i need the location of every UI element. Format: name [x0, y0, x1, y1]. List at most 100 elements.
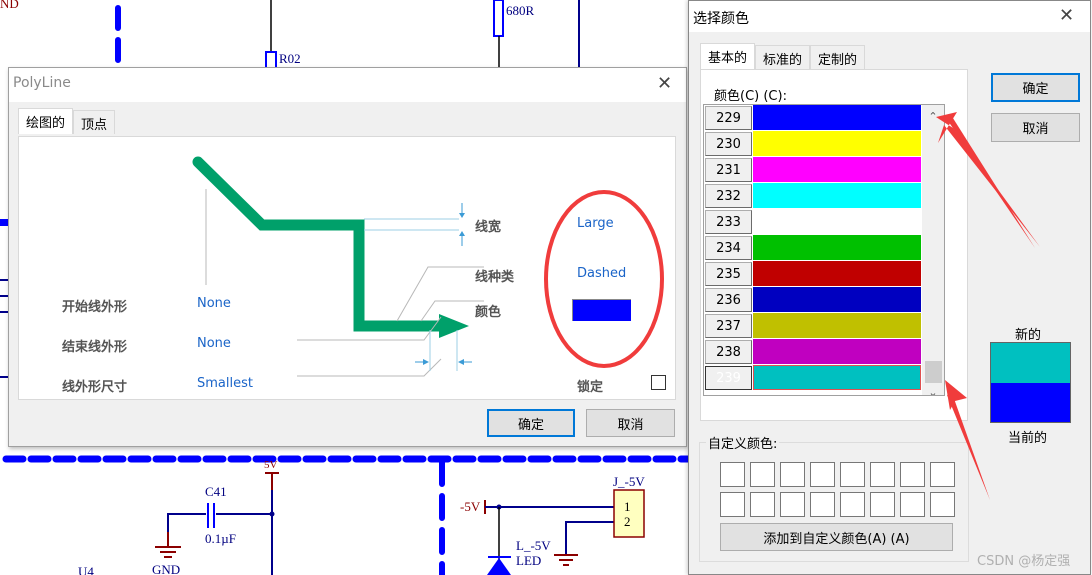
color-index[interactable]: 234 [705, 236, 752, 260]
color-list-item[interactable]: 239 [704, 365, 922, 391]
start-shape-value[interactable]: None [197, 296, 231, 311]
custom-color-slot[interactable] [900, 492, 925, 517]
polyline-preview [192, 156, 455, 332]
color-swatch[interactable] [753, 183, 921, 208]
arrow-head-preview [439, 314, 469, 338]
custom-color-slot[interactable] [810, 462, 835, 487]
line-style-label: 线种类 [475, 270, 515, 285]
color-label: 颜色 [475, 305, 502, 320]
watermark: CSDN @杨定强 [977, 554, 1071, 569]
color-swatch[interactable] [753, 157, 921, 182]
scroll-down-icon[interactable]: ⌄ [922, 383, 944, 396]
ok-button[interactable]: 确定 [487, 409, 575, 437]
cancel-button[interactable]: 取消 [586, 409, 675, 437]
color-swatch[interactable] [753, 287, 921, 312]
new-color-label: 新的 [1015, 328, 1042, 343]
schematic-label: -5V [460, 499, 481, 514]
color-index[interactable]: 232 [705, 184, 752, 208]
end-shape-label: 结束线外形 [62, 340, 128, 355]
color-index[interactable]: 231 [705, 158, 752, 182]
custom-colors-label: 自定义颜色: [706, 433, 780, 452]
color-index[interactable]: 238 [705, 340, 752, 364]
tab-custom[interactable]: 定制的 [810, 45, 866, 69]
schematic-label: 0.1µF [205, 531, 236, 546]
custom-color-slot[interactable] [720, 462, 745, 487]
custom-color-slot[interactable] [810, 492, 835, 517]
custom-color-slot[interactable] [870, 462, 895, 487]
start-shape-label: 开始线外形 [62, 300, 128, 315]
color-list-item[interactable]: 236 [704, 287, 922, 313]
schematic-wire [565, 521, 614, 555]
scroll-up-icon[interactable]: ⌃ [922, 107, 944, 125]
custom-color-slot[interactable] [750, 492, 775, 517]
new-color-swatch [991, 343, 1070, 383]
color-index[interactable]: 237 [705, 314, 752, 338]
end-shape-value[interactable]: None [197, 336, 231, 351]
color-swatch[interactable] [753, 209, 921, 234]
tab-standard[interactable]: 标准的 [755, 45, 811, 69]
color-index[interactable]: 239 [705, 366, 752, 390]
custom-color-slot[interactable] [870, 492, 895, 517]
led-symbol [487, 558, 511, 575]
close-icon[interactable]: ✕ [657, 73, 672, 94]
custom-color-slot[interactable] [750, 462, 775, 487]
color-swatch[interactable] [753, 261, 921, 286]
color-list-item[interactable]: 238 [704, 339, 922, 365]
color-swatch[interactable] [572, 299, 631, 321]
shape-size-label: 线外形尺寸 [62, 380, 128, 395]
color-list-item[interactable]: 233 [704, 209, 922, 235]
close-icon[interactable]: ✕ [1059, 5, 1074, 26]
color-index[interactable]: 229 [705, 106, 752, 130]
color-swatch[interactable] [753, 235, 921, 260]
schematic-label: J_-5V [613, 474, 645, 489]
add-custom-color-button[interactable]: 添加到自定义颜色(A) (A) [720, 523, 953, 551]
custom-color-slot[interactable] [900, 462, 925, 487]
custom-color-slot[interactable] [930, 462, 955, 487]
tab-basic[interactable]: 基本的 [700, 43, 756, 69]
titlebar: 选择颜色 ✕ [689, 1, 1090, 32]
schematic-label: R02 [279, 51, 301, 66]
dimension-arrow [423, 359, 429, 365]
color-list-item[interactable]: 230 [704, 131, 922, 157]
color-index[interactable]: 233 [705, 210, 752, 234]
color-swatch[interactable] [753, 365, 921, 390]
custom-color-slot[interactable] [930, 492, 955, 517]
color-swatch[interactable] [753, 105, 921, 130]
color-list-item[interactable]: 232 [704, 183, 922, 209]
dialog-title: 选择颜色 [693, 11, 749, 27]
color-list-item[interactable]: 237 [704, 313, 922, 339]
shape-size-value[interactable]: Smallest [197, 376, 253, 391]
current-color-label: 当前的 [1008, 431, 1048, 446]
scrollbar-thumb[interactable] [925, 361, 942, 383]
line-width-value[interactable]: Large [577, 216, 614, 231]
screen: ND R02 680R 5V C41 0.1µF GND U4 -5V J_-5… [0, 0, 1092, 575]
color-list-item[interactable]: 229 [704, 105, 922, 131]
color-list[interactable]: 229 230 231 232 233 234 235 236 237 238 239 ⌃ ⌄ [703, 104, 945, 396]
custom-color-slot[interactable] [780, 492, 805, 517]
color-list-item[interactable]: 235 [704, 261, 922, 287]
color-index[interactable]: 235 [705, 262, 752, 286]
color-list-item[interactable]: 234 [704, 235, 922, 261]
ok-button[interactable]: 确定 [991, 73, 1080, 102]
junction-dot [269, 511, 275, 517]
custom-color-slot[interactable] [780, 462, 805, 487]
color-swatch[interactable] [753, 339, 921, 364]
custom-color-slot[interactable] [840, 462, 865, 487]
schematic-label: 1 [624, 499, 631, 514]
color-list-item[interactable]: 231 [704, 157, 922, 183]
locked-checkbox[interactable] [651, 375, 666, 390]
color-index[interactable]: 230 [705, 132, 752, 156]
color-index[interactable]: 236 [705, 288, 752, 312]
color-swatch[interactable] [753, 313, 921, 338]
custom-color-slot[interactable] [840, 492, 865, 517]
line-width-label: 线宽 [475, 220, 502, 235]
polyline-dialog: PolyLine ✕ 绘图的 顶点 线宽 Large 线种类 Dashed 颜色… [8, 67, 687, 447]
custom-color-slot[interactable] [720, 492, 745, 517]
color-preview [990, 342, 1071, 423]
tab-vertices[interactable]: 顶点 [73, 110, 116, 134]
color-swatch[interactable] [753, 131, 921, 156]
cancel-button[interactable]: 取消 [991, 113, 1080, 142]
tab-drawing[interactable]: 绘图的 [18, 108, 74, 134]
color-list-scrollbar[interactable]: ⌃ ⌄ [922, 105, 944, 395]
line-style-value[interactable]: Dashed [577, 266, 626, 281]
